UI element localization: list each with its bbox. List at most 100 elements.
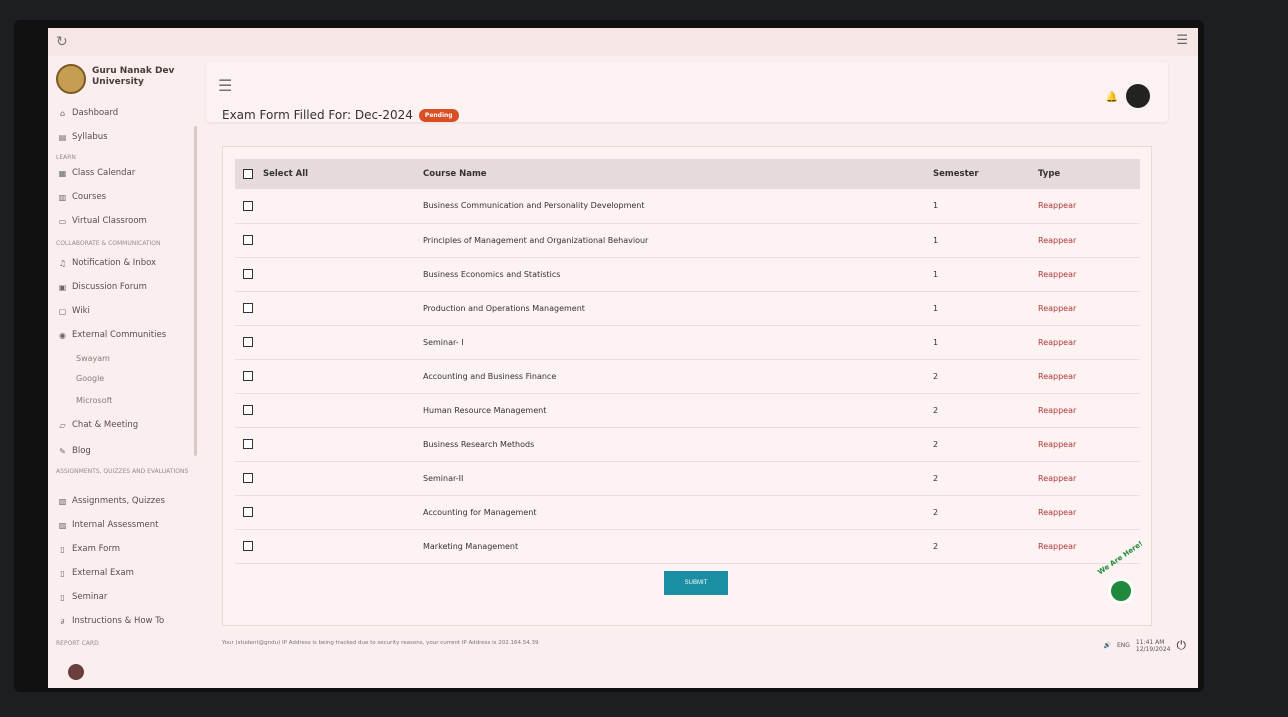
sidebar-item-label: External Exam xyxy=(72,568,134,578)
semester-header: Semester xyxy=(925,159,1030,189)
sidebar-item-label: Virtual Classroom xyxy=(72,216,147,226)
row-select-cell xyxy=(235,189,415,224)
sidebar-item-label: Class Calendar xyxy=(72,168,136,178)
row-checkbox[interactable] xyxy=(243,507,253,517)
row-checkbox[interactable] xyxy=(243,269,253,279)
course-name-cell: Human Resource Management xyxy=(415,393,925,428)
sidebar-item[interactable]: ▭ Virtual Classroom xyxy=(58,216,147,226)
sidebar-section-label: ASSIGNMENTS, QUIZZES AND EVALUATIONS xyxy=(56,468,189,475)
sidebar-item-label: Blog xyxy=(72,446,91,456)
select-all-label: Select All xyxy=(263,169,309,179)
sidebar-item[interactable]: ⌂ Dashboard xyxy=(58,108,118,118)
type-cell: Reappear xyxy=(1030,189,1140,224)
sidebar-item[interactable]: ▱ Chat & Meeting xyxy=(58,420,138,430)
type-cell: Reappear xyxy=(1030,291,1140,326)
row-select-cell xyxy=(235,257,415,292)
sidebar-item[interactable]: ▨ Internal Assessment xyxy=(58,520,159,530)
sidebar-item[interactable]: ▯ Seminar xyxy=(58,592,107,602)
row-select-cell xyxy=(235,461,415,496)
sidebar-subitem[interactable]: Microsoft xyxy=(76,396,112,405)
avatar[interactable] xyxy=(68,664,84,680)
row-select-cell xyxy=(235,495,415,530)
sidebar-item[interactable]: ▧ Assignments, Quizzes xyxy=(58,496,165,506)
course-name-cell: Accounting for Management xyxy=(415,495,925,530)
row-checkbox[interactable] xyxy=(243,439,253,449)
type-cell: Reappear xyxy=(1030,393,1140,428)
sidebar-item[interactable]: ◉ External Communities xyxy=(58,330,166,340)
row-checkbox[interactable] xyxy=(243,200,253,211)
row-checkbox[interactable] xyxy=(243,235,253,245)
type-cell: Reappear xyxy=(1030,359,1140,394)
menu-icon[interactable]: ☰ xyxy=(1176,33,1188,48)
volume-icon[interactable]: 🔊 xyxy=(1103,642,1110,649)
row-select-cell xyxy=(235,359,415,394)
row-select-cell xyxy=(235,223,415,258)
table-row: Business Research Methods 2 Reappear xyxy=(235,427,1140,462)
ip-notice: Your (student@gndu) IP Address is being … xyxy=(222,640,539,646)
row-checkbox[interactable] xyxy=(243,405,253,415)
course-name-cell: Business Research Methods xyxy=(415,427,925,462)
semester-cell: 1 xyxy=(925,189,1030,224)
sidebar-item[interactable]: ▢ Wiki xyxy=(58,306,90,316)
book-icon: ▥ xyxy=(58,192,67,202)
sidebar-item-label: Notification & Inbox xyxy=(72,258,157,268)
sidebar-item[interactable]: ▣ Discussion Forum xyxy=(58,282,147,292)
course-name-cell: Marketing Management xyxy=(415,529,925,564)
document-icon: ▯ xyxy=(60,568,65,578)
table-row: Human Resource Management 2 Reappear xyxy=(235,393,1140,428)
sidebar-subitem[interactable]: Google xyxy=(76,374,104,383)
sidebar-item-label: Wiki xyxy=(72,306,90,316)
semester-cell: 2 xyxy=(925,495,1030,530)
row-checkbox[interactable] xyxy=(243,371,253,381)
table-row: Production and Operations Management 1 Rea… xyxy=(235,291,1140,326)
clock: 11:41 AM 12/19/2024 xyxy=(1135,638,1171,653)
notification-bell-icon[interactable]: 🔔 xyxy=(1106,92,1118,103)
hamburger-icon[interactable]: ☰ xyxy=(218,76,232,95)
assessment-icon: ▨ xyxy=(58,520,67,530)
document-icon: ▯ xyxy=(60,592,65,602)
reload-icon[interactable]: ↻ xyxy=(56,34,68,50)
sidebar-subitem[interactable]: Swayam xyxy=(76,354,110,363)
row-select-cell xyxy=(235,427,415,462)
sidebar-item-label: Seminar xyxy=(72,592,108,602)
semester-cell: 1 xyxy=(925,325,1030,360)
status-badge: Pending xyxy=(418,108,459,122)
row-checkbox[interactable] xyxy=(243,541,253,551)
row-select-cell xyxy=(235,325,415,360)
sidebar-item[interactable]: ✎ Blog xyxy=(58,446,91,456)
type-cell: Reappear xyxy=(1030,325,1140,360)
select-all-checkbox[interactable] xyxy=(243,169,253,179)
row-checkbox[interactable] xyxy=(243,337,253,347)
semester-cell: 2 xyxy=(925,529,1030,564)
globe-icon: ◉ xyxy=(59,330,66,340)
sidebar-item[interactable]: ∂ Instructions & How To xyxy=(58,616,164,626)
sidebar-scrollbar[interactable] xyxy=(194,126,197,456)
screen: ↻ ☰ Guru Nanak Dev University ⌂ Dashboard… xyxy=(48,28,1198,688)
sidebar-item[interactable]: ▥ Courses xyxy=(58,192,106,202)
table-row: Accounting for Management 2 Reappear xyxy=(235,495,1140,530)
page-title: Exam Form Filled For: Dec-2024 xyxy=(222,108,413,122)
title-row: Exam Form Filled For: Dec-2024 Pending xyxy=(222,108,459,122)
semester-cell: 2 xyxy=(925,461,1030,496)
sidebar-item-label: Internal Assessment xyxy=(72,520,159,530)
sidebar-item[interactable]: ♫ Notification & Inbox xyxy=(58,258,156,268)
semester-cell: 1 xyxy=(925,257,1030,292)
submit-button[interactable]: SUBMIT xyxy=(664,571,728,595)
table-header: Select All Course Name Semester Type xyxy=(235,159,1140,189)
user-avatar[interactable] xyxy=(1126,84,1150,108)
sidebar-item[interactable]: ▯ Exam Form xyxy=(58,544,120,554)
row-checkbox[interactable] xyxy=(243,303,253,313)
language-indicator[interactable]: ENG xyxy=(1117,642,1130,649)
type-cell: Reappear xyxy=(1030,427,1140,462)
table-row: Marketing Management 2 Reappear xyxy=(235,529,1140,564)
sidebar-item[interactable]: ▯ External Exam xyxy=(58,568,134,578)
course-name-cell: Seminar- I xyxy=(415,325,925,360)
sidebar-item[interactable]: ▦ Class Calendar xyxy=(58,168,136,178)
help-chat-button[interactable] xyxy=(1108,578,1134,604)
row-checkbox[interactable] xyxy=(243,473,253,483)
power-icon[interactable]: ⏻ xyxy=(1177,638,1187,653)
sidebar: Guru Nanak Dev University ⌂ Dashboard ▤ Syl… xyxy=(48,56,198,688)
sidebar-item[interactable]: ▤ Syllabus xyxy=(58,132,108,142)
monitor-icon: ▭ xyxy=(58,216,67,226)
chat-icon: ▱ xyxy=(59,420,66,430)
